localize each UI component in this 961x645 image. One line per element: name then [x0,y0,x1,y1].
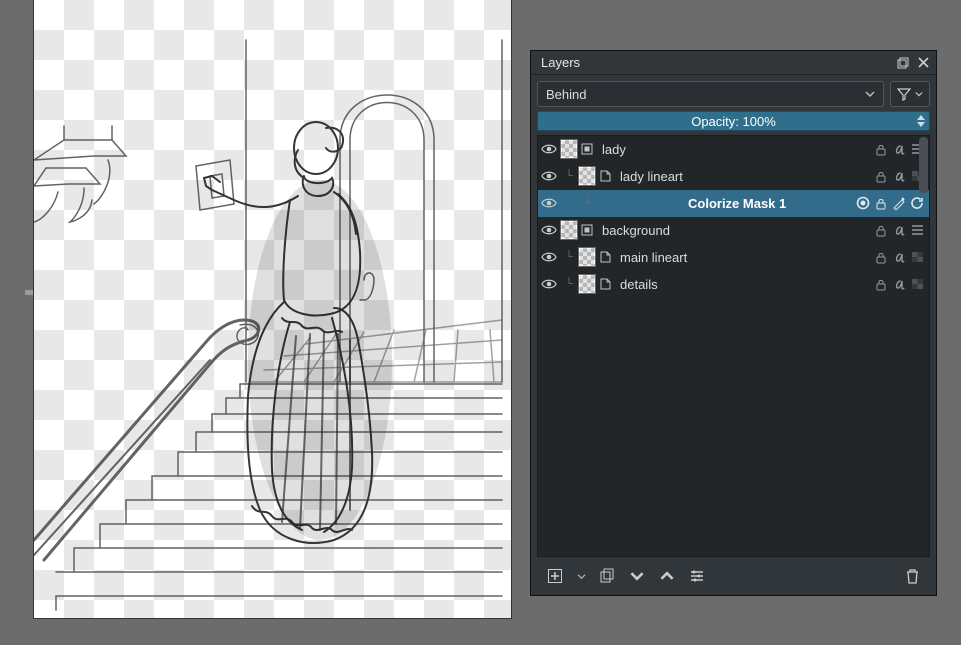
layer-name[interactable]: background [596,223,873,238]
alpha-icon[interactable] [891,276,907,292]
blend-mode-value: Behind [546,87,586,102]
expand-toggle-icon[interactable] [578,217,596,244]
lock-icon[interactable] [873,222,889,238]
layer-name[interactable]: Colorize Mask 1 [682,196,855,211]
alpha-icon[interactable] [891,141,907,157]
close-panel-icon[interactable] [914,54,932,72]
layers-panel: Layers Behind Opacity: 100% [530,50,937,596]
visibility-toggle-icon[interactable] [538,190,560,217]
circle-icon[interactable] [855,195,871,211]
panel-body: Behind Opacity: 100% lady lady lineart Col… [531,75,936,595]
tree-indent [578,197,596,209]
duplicate-layer-button[interactable] [597,566,617,586]
lock-icon[interactable] [873,276,889,292]
alpha-icon[interactable] [891,222,907,238]
layer-thumbnail[interactable] [578,247,596,267]
move-layer-down-button[interactable] [627,566,647,586]
canvas[interactable] [34,0,511,618]
layer-list-empty-area[interactable] [538,298,929,556]
visibility-toggle-icon[interactable] [538,271,560,298]
layer-list[interactable]: lady lady lineart Colorize Mask 1 backgroun… [537,135,930,557]
transparency-checker [34,0,511,618]
add-layer-button[interactable] [545,566,565,586]
tree-indent [560,251,578,263]
layer-thumbnail[interactable] [578,274,596,294]
opacity-spinner[interactable] [915,112,927,130]
alpha-icon[interactable] [891,168,907,184]
layer-filter-button[interactable] [890,81,930,107]
chevron-down-icon [865,89,875,99]
layer-row[interactable]: lady lineart [538,163,929,190]
scrollbar-thumb[interactable] [919,137,928,193]
layer-row-actions [873,249,929,265]
visibility-toggle-icon[interactable] [538,244,560,271]
lock-icon[interactable] [873,249,889,265]
refresh-icon[interactable] [909,195,925,211]
layer-type-icon [596,163,614,190]
layer-row[interactable]: main lineart [538,244,929,271]
brush-icon[interactable] [891,195,907,211]
layer-row-actions [873,222,929,238]
layer-row[interactable]: lady [538,136,929,163]
layer-thumbnail[interactable] [560,220,578,240]
layer-type-icon [596,271,614,298]
layer-row[interactable]: Colorize Mask 1 [538,190,929,217]
expand-toggle-icon[interactable] [578,136,596,163]
delete-layer-button[interactable] [902,566,922,586]
lock-icon[interactable] [873,168,889,184]
layer-thumbnail[interactable] [578,166,596,186]
layer-type-icon [596,244,614,271]
ruler-tick-left [25,290,33,295]
opacity-label: Opacity: 100% [691,114,776,129]
panel-footer [537,561,930,591]
tree-indent [560,170,578,182]
layer-name[interactable]: details [614,277,873,292]
menu-icon[interactable] [909,222,925,238]
layer-row[interactable]: details [538,271,929,298]
panel-title: Layers [541,55,892,70]
visibility-toggle-icon[interactable] [538,136,560,163]
layer-thumbnail[interactable] [560,139,578,159]
alpha-icon[interactable] [891,249,907,265]
layer-row-actions [855,195,929,211]
add-layer-dropdown[interactable] [575,566,587,586]
layer-name[interactable]: main lineart [614,250,873,265]
lock-icon[interactable] [873,141,889,157]
lock-icon[interactable] [873,195,889,211]
layer-name[interactable]: lady [596,142,873,157]
visibility-toggle-icon[interactable] [538,163,560,190]
blank-icon[interactable] [909,249,925,265]
float-panel-icon[interactable] [894,54,912,72]
chevron-down-icon [915,90,923,98]
layer-row-actions [873,276,929,292]
layer-properties-button[interactable] [687,566,707,586]
funnel-icon [897,87,911,101]
layer-row[interactable]: background [538,217,929,244]
visibility-toggle-icon[interactable] [538,217,560,244]
blend-mode-select[interactable]: Behind [537,81,884,107]
blank-icon[interactable] [909,276,925,292]
layer-name[interactable]: lady lineart [614,169,873,184]
move-layer-up-button[interactable] [657,566,677,586]
opacity-slider[interactable]: Opacity: 100% [537,111,930,131]
tree-indent [560,278,578,290]
panel-titlebar[interactable]: Layers [531,51,936,75]
